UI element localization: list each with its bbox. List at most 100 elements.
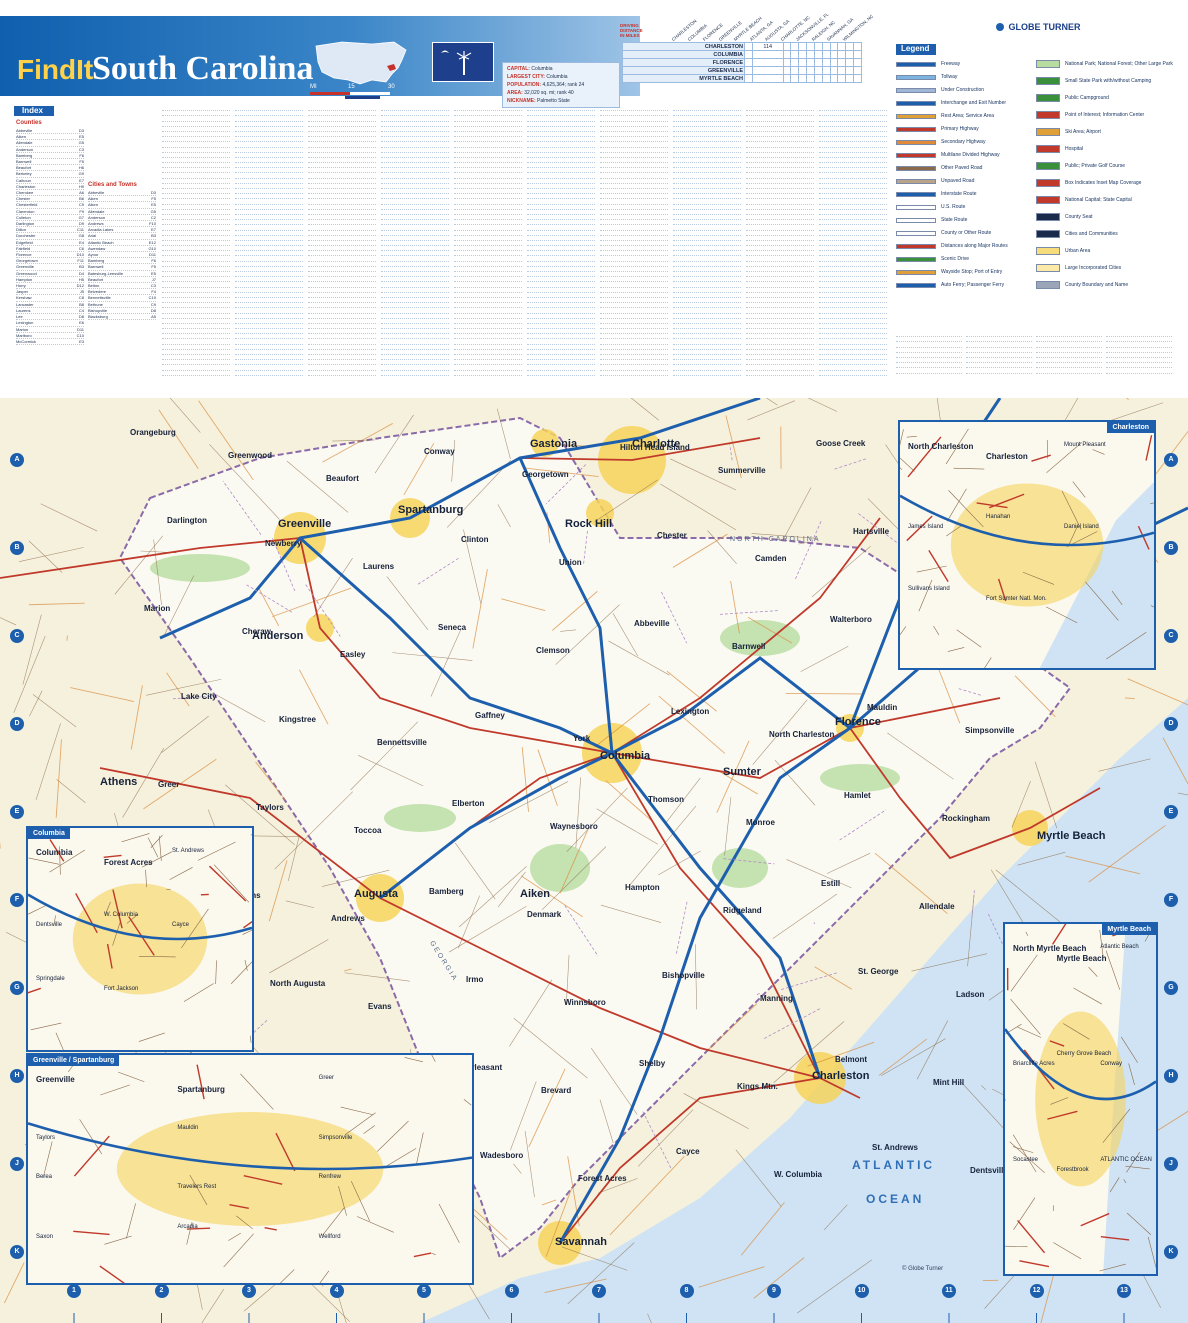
- inset-place-label[interactable]: Fort Sumter Natl. Mon.: [986, 596, 1047, 602]
- town-label[interactable]: York: [573, 734, 590, 743]
- inset-place-label[interactable]: Saxon: [36, 1234, 53, 1240]
- inset-place-label[interactable]: W. Columbia: [104, 912, 138, 918]
- town-label[interactable]: Easley: [340, 650, 365, 659]
- town-label[interactable]: Simpsonville: [965, 726, 1014, 735]
- town-label[interactable]: Clinton: [461, 535, 489, 544]
- town-label[interactable]: Irmo: [466, 975, 483, 984]
- town-label[interactable]: Hartsville: [853, 527, 889, 536]
- town-label[interactable]: Kings Mtn.: [737, 1082, 778, 1091]
- city-label[interactable]: Greenville: [278, 518, 331, 530]
- town-label[interactable]: Gaffney: [475, 711, 505, 720]
- town-label[interactable]: Barnwell: [732, 642, 765, 651]
- town-label[interactable]: Walterboro: [830, 615, 872, 624]
- inset-columbia[interactable]: Columbia Columbia Forest Acres St. Andrews…: [26, 826, 254, 1052]
- town-label[interactable]: Orangeburg: [130, 428, 176, 437]
- town-label[interactable]: Georgetown: [522, 470, 569, 479]
- town-label[interactable]: Lexington: [671, 707, 709, 716]
- town-label[interactable]: Ladson: [956, 990, 984, 999]
- inset-place-label[interactable]: Arcadia: [177, 1224, 197, 1230]
- town-label[interactable]: Cayce: [676, 1147, 700, 1156]
- town-label[interactable]: Rockingham: [942, 814, 990, 823]
- inset-charleston[interactable]: Charleston North Charleston Charleston Mou…: [898, 420, 1156, 670]
- town-label[interactable]: Ridgeland: [723, 906, 762, 915]
- inset-place-label[interactable]: Charleston: [986, 452, 1028, 461]
- inset-place-label[interactable]: St. Andrews: [172, 848, 204, 854]
- main-map[interactable]: Charlotte Columbia Charleston Greenville Spa…: [0, 398, 1188, 1323]
- inset-place-label[interactable]: Daniel Island: [1064, 524, 1099, 530]
- inset-place-label[interactable]: Sullivans Island: [908, 586, 950, 592]
- inset-place-label[interactable]: Greer: [319, 1075, 334, 1081]
- town-label[interactable]: Denmark: [527, 910, 561, 919]
- town-label[interactable]: Chester: [657, 531, 687, 540]
- city-label[interactable]: Rock Hill: [565, 518, 612, 530]
- town-label[interactable]: Bennettsville: [377, 738, 427, 747]
- town-label[interactable]: Hampton: [625, 883, 660, 892]
- city-label[interactable]: Savannah: [555, 1236, 607, 1248]
- town-label[interactable]: Abbeville: [634, 619, 670, 628]
- town-label[interactable]: Thomson: [648, 795, 684, 804]
- town-label[interactable]: Bamberg: [429, 887, 464, 896]
- town-label[interactable]: Conway: [424, 447, 455, 456]
- town-label[interactable]: Monroe: [746, 818, 775, 827]
- city-label[interactable]: Charleston: [812, 1070, 869, 1082]
- inset-place-label[interactable]: Berea: [36, 1174, 52, 1180]
- town-label[interactable]: Toccoa: [354, 826, 381, 835]
- town-label[interactable]: Bishopville: [662, 971, 705, 980]
- city-label[interactable]: Myrtle Beach: [1037, 830, 1105, 842]
- town-label[interactable]: St. George: [858, 967, 898, 976]
- town-label[interactable]: Greenwood: [228, 451, 272, 460]
- town-label[interactable]: Summerville: [718, 466, 766, 475]
- town-label[interactable]: W. Columbia: [774, 1170, 822, 1179]
- town-label[interactable]: Andrews: [331, 914, 365, 923]
- town-label[interactable]: Mint Hill: [933, 1078, 964, 1087]
- inset-place-label[interactable]: Atlantic Beach: [1100, 944, 1138, 950]
- town-label[interactable]: Brevard: [541, 1086, 571, 1095]
- inset-place-label[interactable]: North Myrtle Beach: [1013, 944, 1086, 953]
- inset-place-label[interactable]: Hanahan: [986, 514, 1010, 520]
- inset-place-label[interactable]: Forest Acres: [104, 858, 153, 867]
- inset-place-label[interactable]: Greenville: [36, 1075, 75, 1084]
- town-label[interactable]: Cheraw: [242, 627, 271, 636]
- inset-place-label[interactable]: Mount Pleasant: [1064, 442, 1106, 448]
- inset-place-label[interactable]: Cherry Grove Beach: [1057, 1051, 1112, 1057]
- town-label[interactable]: Kingstree: [279, 715, 316, 724]
- town-label[interactable]: Elberton: [452, 799, 484, 808]
- inset-place-label[interactable]: Socastee: [1013, 1157, 1038, 1163]
- inset-place-label[interactable]: Cayce: [172, 922, 189, 928]
- inset-place-label[interactable]: Renfrew: [319, 1174, 341, 1180]
- town-label[interactable]: Shelby: [639, 1059, 665, 1068]
- town-label[interactable]: Newberry: [265, 539, 301, 548]
- inset-place-label[interactable]: Taylors: [36, 1135, 55, 1141]
- inset-place-label[interactable]: Travelers Rest: [177, 1184, 216, 1190]
- town-label[interactable]: Manning: [760, 994, 793, 1003]
- city-label[interactable]: Aiken: [520, 888, 550, 900]
- town-label[interactable]: Allendale: [919, 902, 955, 911]
- town-label[interactable]: Seneca: [438, 623, 466, 632]
- inset-place-label[interactable]: Springdale: [36, 976, 65, 982]
- town-label[interactable]: Wadesboro: [480, 1151, 523, 1160]
- inset-place-label[interactable]: Mauldin: [177, 1125, 198, 1131]
- town-label[interactable]: Taylors: [256, 803, 284, 812]
- town-label[interactable]: Greer: [158, 780, 179, 789]
- inset-place-label[interactable]: James Island: [908, 524, 943, 530]
- inset-place-label[interactable]: Spartanburg: [177, 1085, 225, 1094]
- town-label[interactable]: Lake City: [181, 692, 217, 701]
- city-label[interactable]: Augusta: [354, 888, 398, 900]
- inset-place-label[interactable]: Conway: [1100, 1061, 1122, 1067]
- town-label[interactable]: Estill: [821, 879, 840, 888]
- town-label[interactable]: Hamlet: [844, 791, 871, 800]
- inset-place-label[interactable]: Forestbrook: [1057, 1167, 1089, 1173]
- city-label[interactable]: Columbia: [600, 750, 650, 762]
- town-label[interactable]: Laurens: [363, 562, 394, 571]
- town-label[interactable]: Forest Acres: [578, 1174, 627, 1183]
- town-label[interactable]: Goose Creek: [816, 439, 865, 448]
- town-label[interactable]: Beaufort: [326, 474, 359, 483]
- town-label[interactable]: Evans: [368, 1002, 392, 1011]
- inset-greenville-spartanburg[interactable]: Greenville / Spartanburg Greenville Spart…: [26, 1053, 474, 1285]
- inset-place-label[interactable]: Dentsville: [36, 922, 62, 928]
- town-label[interactable]: North Charleston: [769, 730, 834, 739]
- town-label[interactable]: Union: [559, 558, 582, 567]
- city-label[interactable]: Spartanburg: [398, 504, 463, 516]
- town-label[interactable]: Belmont: [835, 1055, 867, 1064]
- inset-place-label[interactable]: Myrtle Beach: [1057, 954, 1107, 963]
